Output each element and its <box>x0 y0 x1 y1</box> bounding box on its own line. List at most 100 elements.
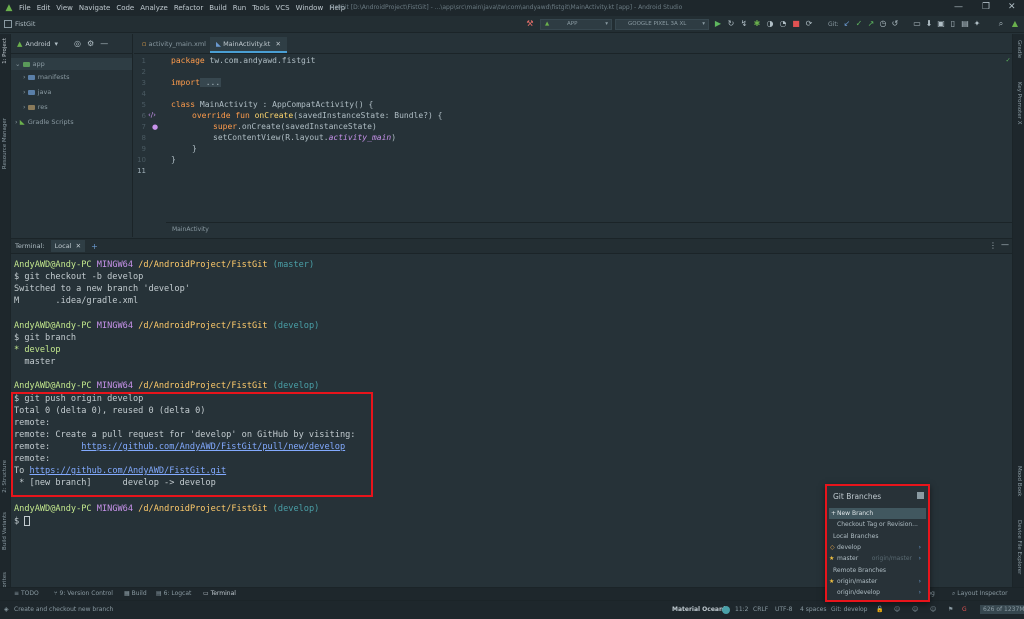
device-manager-icon[interactable]: ▭ <box>912 19 922 29</box>
close-tab-icon[interactable]: ✕ <box>275 40 280 48</box>
git-push-icon[interactable]: ↗ <box>866 19 876 29</box>
close-tab-icon[interactable]: ✕ <box>76 242 81 250</box>
branch-item-develop[interactable]: ◇ develop › <box>829 542 926 553</box>
menu-run[interactable]: Run <box>230 4 249 12</box>
tree-item-manifests[interactable]: › manifests <box>23 73 70 81</box>
hide-icon[interactable]: — <box>1001 240 1009 249</box>
menu-build[interactable]: Build <box>206 4 230 12</box>
pull-request-link[interactable]: https://github.com/AndyAWD/FistGit/pull/… <box>81 442 345 452</box>
tool-structure[interactable]: 2: Structure <box>2 460 8 493</box>
profile-icon[interactable]: ◔ <box>778 19 788 29</box>
code-editor[interactable]: package tw.com.andyawd.fistgit import ..… <box>166 54 1012 222</box>
add-tab-icon[interactable]: + <box>91 242 98 251</box>
assistant-icon[interactable]: ▤ <box>960 19 970 29</box>
menu-vcs[interactable]: VCS <box>272 4 292 12</box>
emulator-icon[interactable]: ▯ <box>948 19 958 29</box>
android-icon[interactable]: ▲ <box>1010 19 1020 29</box>
tool-gradle[interactable]: Gradle <box>1016 40 1022 58</box>
menu-tools[interactable]: Tools <box>249 4 272 12</box>
rollback-icon[interactable]: ↺ <box>890 19 900 29</box>
memory-indicator[interactable]: 626 of 1237M <box>980 605 1024 614</box>
run-icon[interactable]: ▶ <box>713 19 723 29</box>
tool-project[interactable]: 1: Project <box>2 38 8 64</box>
project-name[interactable]: FistGit <box>15 20 35 28</box>
menu-edit[interactable]: Edit <box>34 4 54 12</box>
debug-icon[interactable]: ✱ <box>752 19 762 29</box>
tool-layout-inspector[interactable]: ⌕ Layout Inspector <box>952 590 1008 598</box>
project-view-selector[interactable]: Android <box>25 40 50 48</box>
sync-icon[interactable]: ⟳ <box>804 19 814 29</box>
override-gutter-icon[interactable]: ● <box>152 123 158 131</box>
file-encoding[interactable]: UTF-8 <box>775 606 793 613</box>
more-options-icon[interactable]: ⋮ <box>989 241 997 250</box>
branch-item-master[interactable]: ★ master origin/master › <box>829 553 926 564</box>
hammer-icon[interactable]: ⚒ <box>525 19 535 29</box>
tree-item-java[interactable]: › java <box>23 88 51 96</box>
chevron-down-icon[interactable]: ▾ <box>55 40 59 48</box>
branch-item-origin-develop[interactable]: origin/develop › <box>829 587 926 598</box>
tool-build-variants[interactable]: Build Variants <box>2 512 8 550</box>
history-icon[interactable]: ◷ <box>878 19 888 29</box>
inspection-ok-icon[interactable]: ✓ <box>1006 56 1010 64</box>
google-icon[interactable]: G <box>962 606 967 613</box>
tool-device-file-explorer[interactable]: Device File Explorer <box>1016 520 1022 574</box>
settings-icon[interactable] <box>917 492 924 499</box>
plugin-icon[interactable]: ✦ <box>972 19 982 29</box>
minimize-icon[interactable]: — <box>954 2 963 12</box>
menu-window[interactable]: Window <box>293 4 327 12</box>
hide-icon[interactable]: — <box>100 39 108 48</box>
git-branch-status[interactable]: Git: develop <box>831 606 868 613</box>
menu-refactor[interactable]: Refactor <box>171 4 206 12</box>
tab-terminal-local[interactable]: Local ✕ <box>50 240 86 252</box>
tree-item-app[interactable]: ⌄ app <box>11 58 132 70</box>
smiley-icon[interactable]: ☺ <box>912 606 918 613</box>
close-icon[interactable]: ✕ <box>1008 2 1016 12</box>
tree-item-res[interactable]: › res <box>23 103 48 111</box>
terminal-input-line[interactable]: $ <box>14 516 31 527</box>
branch-item-origin-master[interactable]: ★ origin/master › <box>829 576 926 587</box>
tool-todo[interactable]: ≡ TODO <box>14 590 39 597</box>
indent-setting[interactable]: 4 spaces <box>800 606 826 613</box>
search-icon[interactable]: ⌕ <box>996 19 1006 29</box>
theme-label[interactable]: Material Oceanic <box>672 606 729 613</box>
target-icon[interactable]: ◎ <box>74 39 81 48</box>
tool-mood-book[interactable]: Mood Book <box>1016 466 1022 496</box>
coverage-icon[interactable]: ◑ <box>765 19 775 29</box>
tool-resource-manager[interactable]: Resource Manager <box>2 118 8 169</box>
smiley-icon[interactable]: ☺ <box>930 606 936 613</box>
folded-imports[interactable]: ... <box>199 78 222 87</box>
line-separator[interactable]: CRLF <box>753 606 768 613</box>
tool-key-promoter[interactable]: Key Promoter X <box>1016 82 1022 125</box>
menu-view[interactable]: View <box>53 4 76 12</box>
gear-icon[interactable]: ⚙ <box>87 39 94 48</box>
new-branch-item[interactable]: + New Branch <box>829 508 926 519</box>
menu-file[interactable]: File <box>16 4 34 12</box>
caret-position[interactable]: 11:2 <box>735 606 748 613</box>
tab-main-activity-kt[interactable]: ◣ MainActivity.kt ✕ <box>210 37 287 53</box>
lock-icon[interactable]: 🔓 <box>876 606 883 613</box>
repo-link[interactable]: https://github.com/AndyAWD/FistGit.git <box>30 466 227 476</box>
sdk-manager-icon[interactable]: ⬇ <box>924 19 934 29</box>
tool-build[interactable]: ▦ Build <box>124 590 147 597</box>
tool-terminal[interactable]: ▭ Terminal <box>203 590 236 597</box>
git-commit-icon[interactable]: ✓ <box>854 19 864 29</box>
apply-changes-icon[interactable]: ↻ <box>726 19 736 29</box>
menu-code[interactable]: Code <box>113 4 137 12</box>
smiley-icon[interactable]: ☺ <box>894 606 900 613</box>
menu-analyze[interactable]: Analyze <box>137 4 171 12</box>
maximize-icon[interactable]: ❐ <box>982 2 990 12</box>
apply-code-changes-icon[interactable]: ↯ <box>739 19 749 29</box>
breadcrumb[interactable]: MainActivity <box>166 222 1012 237</box>
layout-inspector-icon[interactable]: ▣ <box>936 19 946 29</box>
menu-navigate[interactable]: Navigate <box>76 4 113 12</box>
class-gutter-icon[interactable]: ‹/› <box>148 111 156 119</box>
power-save-icon[interactable]: ⚑ <box>948 606 953 613</box>
run-config-selector[interactable]: ▲ APP ▾ <box>540 19 612 30</box>
git-update-icon[interactable]: ↙ <box>842 19 852 29</box>
device-selector[interactable]: GOOGLE PIXEL 3A XL ▾ <box>615 19 709 30</box>
tree-item-gradle-scripts[interactable]: › ◣ Gradle Scripts <box>15 118 74 126</box>
tool-logcat[interactable]: ▤ 6: Logcat <box>156 590 191 597</box>
tool-version-control[interactable]: ⑂ 9: Version Control <box>54 590 113 597</box>
checkout-tag-item[interactable]: Checkout Tag or Revision... <box>829 519 926 530</box>
stop-icon[interactable]: ■ <box>791 19 801 29</box>
